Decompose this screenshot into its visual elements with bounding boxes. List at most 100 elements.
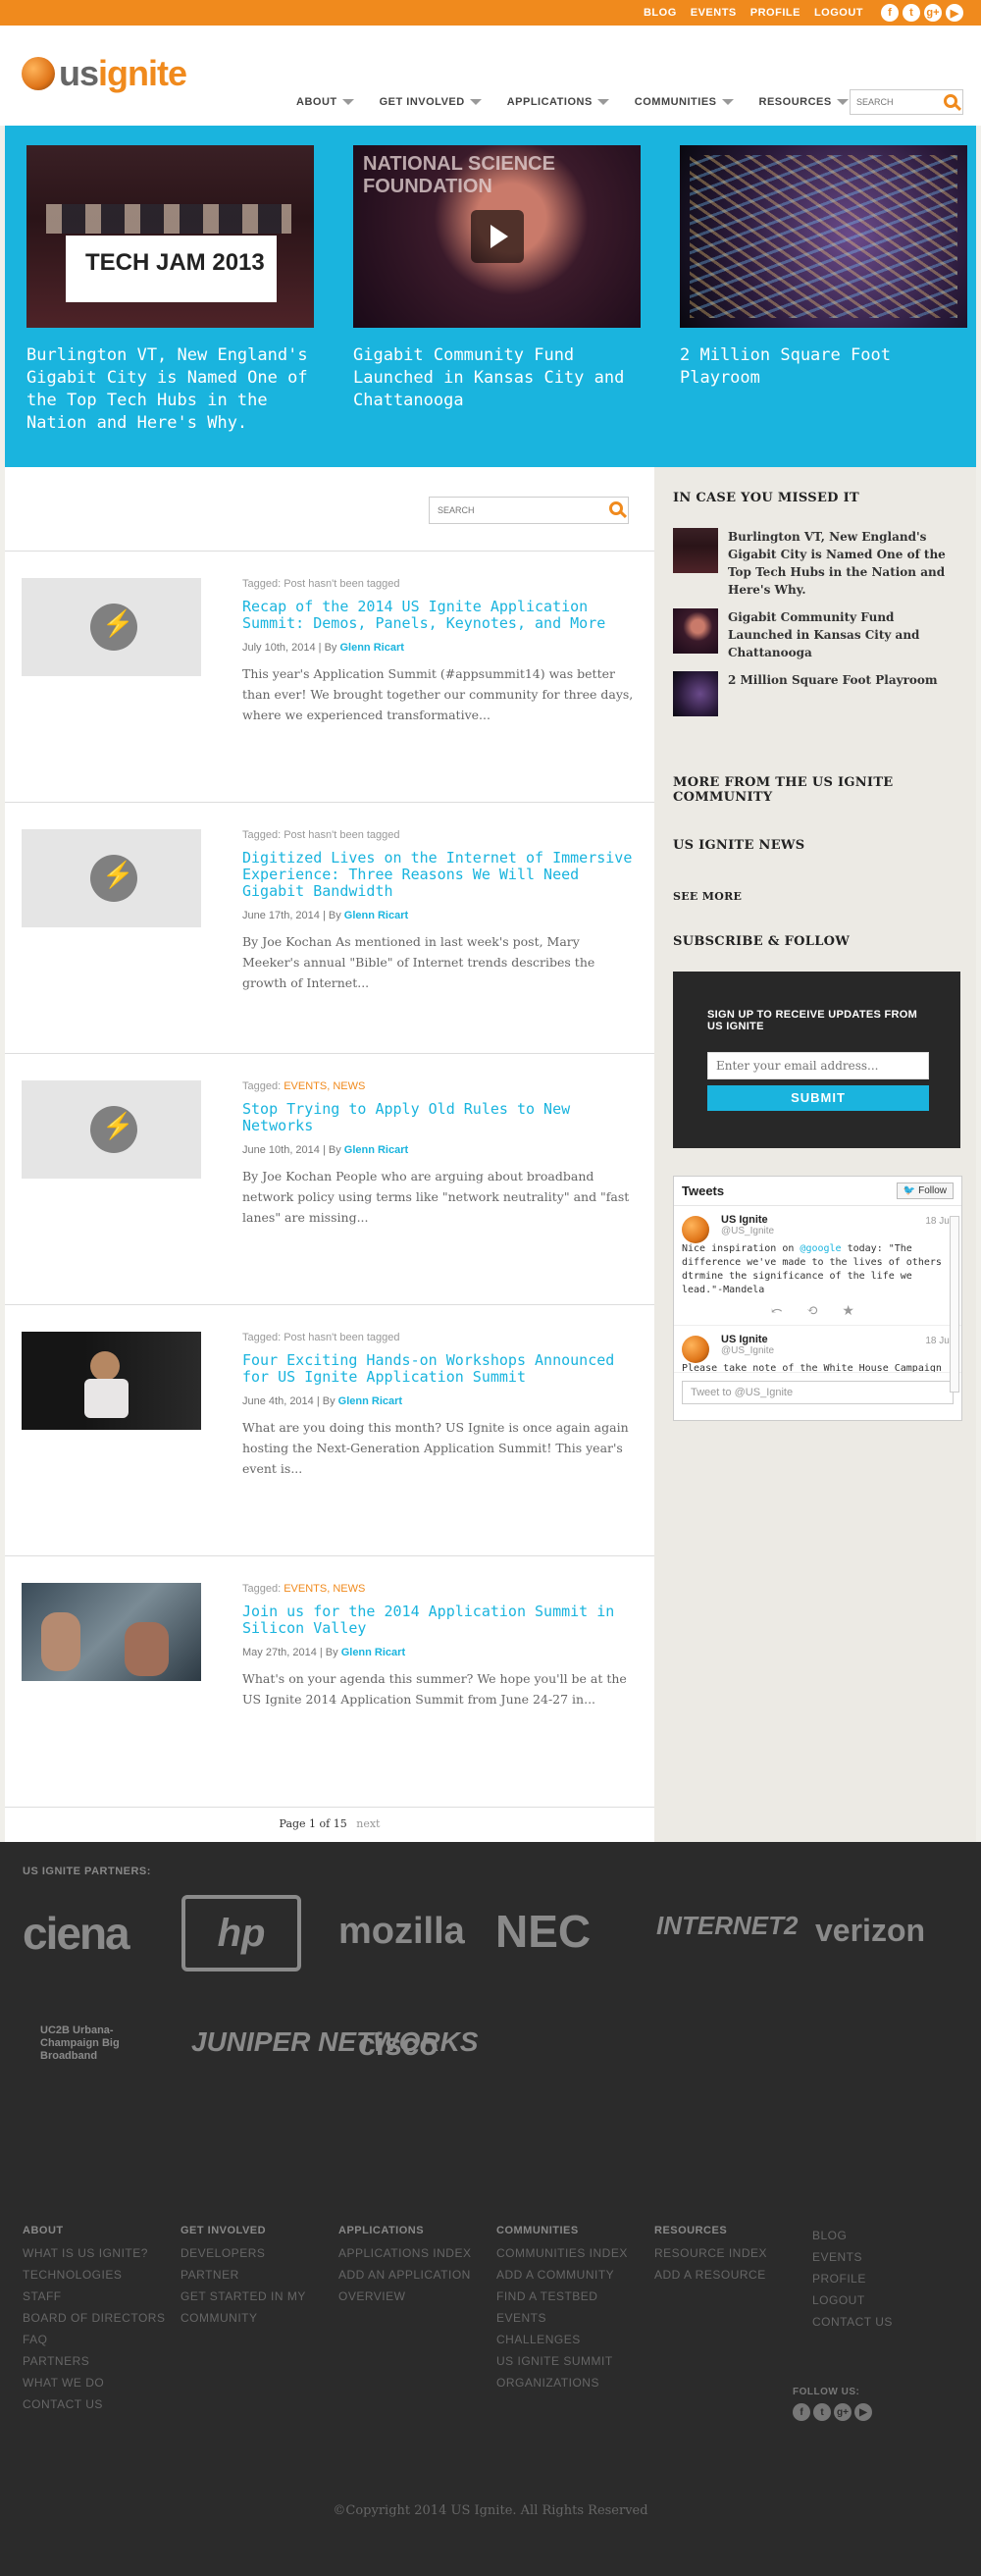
post-thumbnail-placeholder[interactable] — [22, 829, 201, 927]
footer-link[interactable]: OVERVIEW — [338, 2286, 496, 2307]
footer-link[interactable]: BOARD OF DIRECTORS — [23, 2307, 181, 2329]
nav-about[interactable]: ABOUT — [296, 96, 354, 108]
footer-link[interactable]: DEVELOPERS — [181, 2242, 338, 2264]
avatar[interactable] — [682, 1336, 709, 1363]
footer-link[interactable]: TECHNOLOGIES — [23, 2264, 181, 2286]
footer-link[interactable]: BLOG — [812, 2225, 970, 2246]
featured-video[interactable]: NATIONAL SCIENCE FOUNDATION — [353, 145, 641, 328]
tweet-author[interactable]: US Ignite — [721, 1214, 954, 1226]
partner-logo-verizon[interactable]: verizon — [815, 1913, 925, 1949]
search-icon[interactable] — [944, 94, 957, 108]
footer-link[interactable]: US IGNITE SUMMIT — [496, 2350, 654, 2372]
featured-title[interactable]: Burlington VT, New England's Gigabit Cit… — [26, 344, 314, 435]
topbar-link-events[interactable]: EVENTS — [691, 7, 737, 19]
submit-button[interactable]: SUBMIT — [707, 1085, 929, 1111]
footer-link[interactable]: EVENTS — [496, 2307, 654, 2329]
tag-link[interactable]: EVENTS, NEWS — [284, 1080, 365, 1092]
nav-resources[interactable]: RESOURCES — [759, 96, 849, 108]
footer-link[interactable]: STAFF — [23, 2286, 181, 2307]
partner-logo-cisco[interactable]: cisco — [358, 2026, 439, 2063]
play-icon[interactable] — [471, 210, 524, 263]
nav-communities[interactable]: COMMUNITIES — [635, 96, 734, 108]
tweet-date[interactable]: 18 Jul — [925, 1336, 952, 1346]
nav-get-involved[interactable]: GET INVOLVED — [380, 96, 482, 108]
tweet-handle[interactable]: @US_Ignite — [721, 1345, 954, 1356]
author-link[interactable]: Glenn Ricart — [341, 1647, 405, 1658]
footer-link[interactable]: FAQ — [23, 2329, 181, 2350]
footer-link[interactable]: COMMUNITIES INDEX — [496, 2242, 654, 2264]
google-plus-icon[interactable]: g+ — [924, 4, 942, 22]
post-title[interactable]: Four Exciting Hands-on Workshops Announc… — [242, 1352, 637, 1386]
footer-link[interactable]: FIND A TESTBED — [496, 2286, 654, 2307]
missed-thumbnail[interactable] — [673, 671, 718, 716]
twitter-icon[interactable]: t — [903, 4, 920, 22]
next-page-link[interactable]: next — [356, 1817, 380, 1830]
facebook-icon[interactable]: f — [793, 2403, 810, 2421]
author-link[interactable]: Glenn Ricart — [338, 1395, 402, 1407]
tweet-author[interactable]: US Ignite — [721, 1334, 954, 1345]
post-thumbnail[interactable] — [22, 1332, 201, 1430]
footer-link[interactable]: EVENTS — [812, 2246, 970, 2268]
partner-logo-hp[interactable]: hp — [181, 1895, 301, 1971]
footer-link[interactable]: PROFILE — [812, 2268, 970, 2289]
footer-link[interactable]: ORGANIZATIONS — [496, 2372, 654, 2393]
featured-item[interactable]: NATIONAL SCIENCE FOUNDATION Gigabit Comm… — [353, 145, 641, 467]
author-link[interactable]: Glenn Ricart — [344, 1144, 408, 1156]
tweet-handle[interactable]: @US_Ignite — [721, 1226, 954, 1236]
post-title[interactable]: Stop Trying to Apply Old Rules to New Ne… — [242, 1101, 637, 1134]
footer-link[interactable]: PARTNERS — [23, 2350, 181, 2372]
missed-title[interactable]: Gigabit Community Fund Launched in Kansa… — [728, 608, 956, 661]
mention-link[interactable]: @google — [800, 1243, 841, 1254]
post-thumbnail[interactable] — [22, 1583, 201, 1681]
featured-image[interactable]: TECH JAM 2013 — [26, 145, 314, 328]
topbar-link-blog[interactable]: BLOG — [644, 7, 677, 19]
missed-thumbnail[interactable] — [673, 528, 718, 573]
post-title[interactable]: Join us for the 2014 Application Summit … — [242, 1603, 637, 1637]
partner-logo-mozilla[interactable]: mozilla — [338, 1911, 465, 1953]
footer-link[interactable]: WHAT IS US IGNITE? — [23, 2242, 181, 2264]
post-thumbnail-placeholder[interactable] — [22, 1080, 201, 1179]
twitter-icon[interactable]: t — [813, 2403, 831, 2421]
partner-logo-ciena[interactable]: ciena — [23, 1907, 130, 1960]
missed-title[interactable]: 2 Million Square Foot Playroom — [728, 671, 938, 716]
footer-link[interactable]: ADD A RESOURCE — [654, 2264, 812, 2286]
featured-title[interactable]: Gigabit Community Fund Launched in Kansa… — [353, 344, 641, 412]
footer-link[interactable]: LOGOUT — [812, 2289, 970, 2311]
featured-item[interactable]: 2 Million Square Foot Playroom — [680, 145, 967, 467]
footer-link[interactable]: ADD AN APPLICATION — [338, 2264, 496, 2286]
footer-link[interactable]: GET STARTED IN MY COMMUNITY — [181, 2286, 338, 2329]
nav-applications[interactable]: APPLICATIONS — [507, 96, 609, 108]
tweet-input[interactable]: Tweet to @US_Ignite — [682, 1381, 954, 1404]
featured-item[interactable]: TECH JAM 2013 Burlington VT, New England… — [26, 145, 314, 467]
email-field[interactable] — [707, 1052, 929, 1079]
topbar-link-logout[interactable]: LOGOUT — [814, 7, 863, 19]
blog-search-input[interactable] — [438, 505, 516, 515]
missed-title[interactable]: Burlington VT, New England's Gigabit Cit… — [728, 528, 956, 599]
topbar-link-profile[interactable]: PROFILE — [750, 7, 800, 19]
tweet-scrollbar[interactable] — [950, 1216, 959, 1393]
footer-link[interactable]: CHALLENGES — [496, 2329, 654, 2350]
footer-link[interactable]: APPLICATIONS INDEX — [338, 2242, 496, 2264]
missed-item[interactable]: Gigabit Community Fund Launched in Kansa… — [673, 608, 956, 661]
tweet-actions[interactable]: ⤺ ⟲ ★ — [682, 1303, 954, 1319]
missed-thumbnail[interactable] — [673, 608, 718, 654]
footer-link[interactable]: WHAT WE DO — [23, 2372, 181, 2393]
post-title[interactable]: Recap of the 2014 US Ignite Application … — [242, 599, 637, 632]
footer-link[interactable]: ADD A COMMUNITY — [496, 2264, 654, 2286]
tag-link[interactable]: EVENTS, NEWS — [284, 1583, 365, 1595]
follow-button[interactable]: 🐦 Follow — [896, 1183, 954, 1199]
footer-link[interactable]: CONTACT US — [23, 2393, 181, 2415]
search-icon[interactable] — [609, 501, 623, 515]
see-more-link[interactable]: SEE MORE — [673, 890, 956, 903]
partner-logo-uc2b[interactable]: UC2B Urbana-Champaign Big Broadband — [40, 2024, 158, 2063]
featured-title[interactable]: 2 Million Square Foot Playroom — [680, 344, 967, 390]
youtube-icon[interactable]: ▶ — [946, 4, 963, 22]
youtube-icon[interactable]: ▶ — [854, 2403, 872, 2421]
featured-image[interactable] — [680, 145, 967, 328]
footer-link[interactable]: CONTACT US — [812, 2311, 970, 2333]
google-plus-icon[interactable]: g+ — [834, 2403, 852, 2421]
avatar[interactable] — [682, 1216, 709, 1243]
author-link[interactable]: Glenn Ricart — [344, 910, 408, 921]
missed-item[interactable]: Burlington VT, New England's Gigabit Cit… — [673, 528, 956, 599]
site-logo[interactable]: us ignite — [22, 53, 187, 94]
